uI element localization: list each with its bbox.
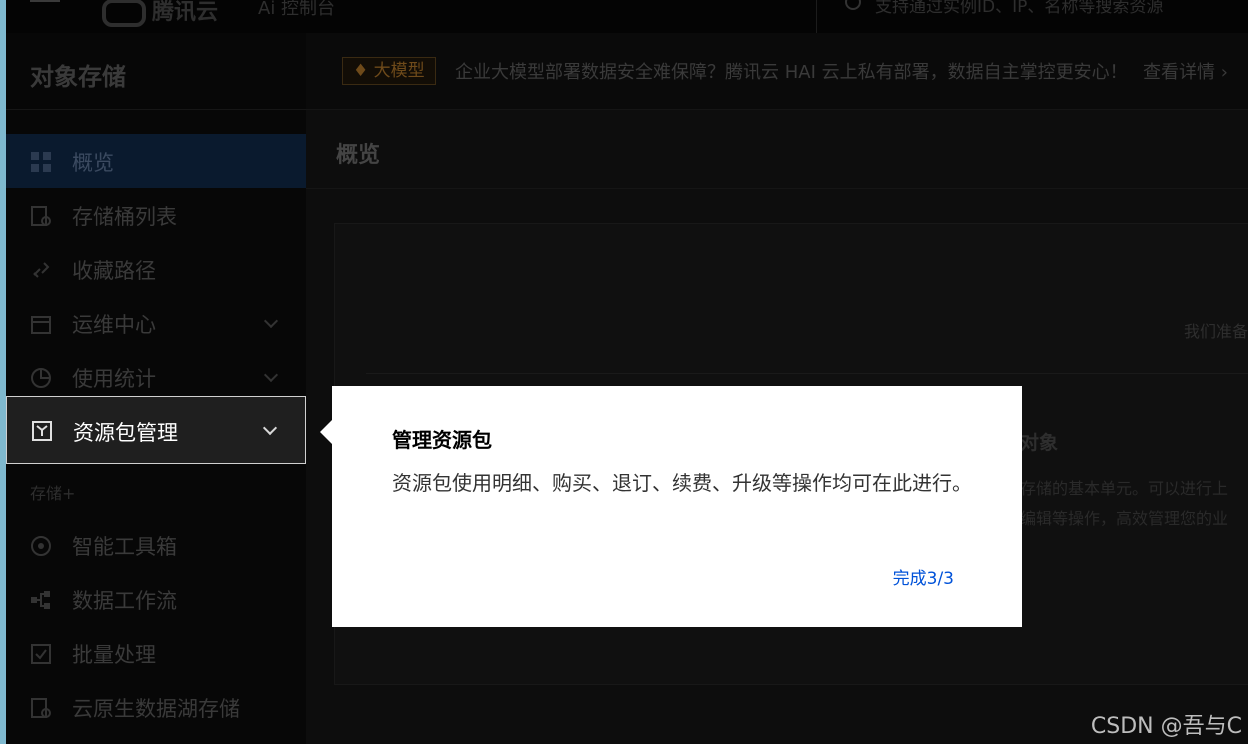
toolbox-icon: [31, 536, 51, 556]
top-bar: 腾讯云 Ai 控制台 支持通过实例ID、IP、名称等搜索资源: [6, 0, 1248, 33]
logo[interactable]: 腾讯云: [102, 0, 218, 27]
card-inner-divider: [366, 373, 1248, 374]
sidebar-item-label: 存储桶列表: [72, 205, 177, 229]
sidebar-item-toolbox[interactable]: 智能工具箱: [6, 518, 306, 572]
chevron-down-icon[interactable]: [263, 313, 279, 329]
object-section-desc: 编辑等操作，高效管理您的业: [1020, 509, 1229, 528]
promo-badge-label: 大模型: [373, 61, 425, 81]
promo-link-label: 查看详情: [1143, 62, 1215, 83]
search-icon: [845, 0, 861, 10]
watermark: CSDN @吾与C: [1090, 714, 1242, 739]
promo-details-link[interactable]: 查看详情 ›: [1143, 58, 1228, 84]
guide-popover: 管理资源包 资源包使用明细、购买、退订、续费、升级等操作均可在此进行。 完成3/…: [320, 386, 1022, 627]
datalake-icon: [31, 698, 51, 718]
sidebar-section-label: 存储+: [30, 484, 76, 503]
title-divider: [306, 188, 1248, 189]
sidebar-item-label: 使用统计: [72, 367, 156, 391]
popover-arrow: [320, 420, 332, 444]
link-icon: [33, 262, 50, 278]
sidebar-item-bucket-list[interactable]: 存储桶列表: [6, 188, 306, 242]
page-title: 概览: [336, 143, 381, 168]
promo-text: 企业大模型部署数据安全难保障？腾讯云 HAI 云上私有部署，数据自主掌控更安心！: [455, 62, 1128, 83]
popover-title: 管理资源包: [392, 428, 492, 452]
overview-grid-icon: [31, 152, 51, 172]
sidebar-item-label: 数据工作流: [72, 589, 177, 613]
sidebar-item-label: 智能工具箱: [72, 535, 177, 559]
card-hint-text: 我们准备: [1183, 322, 1248, 341]
chevron-down-icon[interactable]: [262, 420, 278, 436]
sidebar-item-datalake[interactable]: 云原生数据湖存储: [6, 680, 306, 734]
hamburger-menu-icon[interactable]: [30, 0, 60, 8]
sidebar-item-label: 资源包管理: [73, 421, 178, 445]
package-icon: [32, 421, 52, 441]
sidebar-item-label: 云原生数据湖存储: [72, 697, 240, 721]
global-search[interactable]: 支持通过实例ID、IP、名称等搜索资源: [816, 0, 1248, 33]
object-section-title: 对象: [1020, 432, 1059, 454]
cloud-logo-icon: [102, 0, 146, 27]
console-label[interactable]: Ai 控制台: [258, 0, 335, 20]
popover-done-button[interactable]: 完成3/3: [893, 564, 954, 589]
sidebar-item-label: 运维中心: [72, 313, 156, 337]
sidebar-item-ops-center[interactable]: 运维中心: [6, 296, 306, 350]
sidebar-item-label: 概览: [72, 151, 114, 175]
bucket-list-icon: [31, 206, 51, 226]
logo-text: 腾讯云: [152, 0, 219, 25]
promo-badge: ♦ 大模型: [342, 57, 436, 85]
workflow-icon: [31, 591, 50, 609]
sidebar-item-favorites[interactable]: 收藏路径: [6, 242, 306, 296]
chevron-right-icon: ›: [1215, 62, 1228, 83]
sidebar-item-workflow[interactable]: 数据工作流: [6, 572, 306, 626]
sidebar-item-label: 收藏路径: [72, 259, 156, 283]
sidebar-item-label: 批量处理: [72, 643, 156, 667]
sidebar-divider: [6, 109, 306, 110]
sidebar-item-batch[interactable]: 批量处理: [6, 626, 306, 680]
calendar-icon: [31, 316, 51, 334]
chevron-down-icon[interactable]: [263, 367, 279, 383]
pie-chart-icon: [31, 368, 51, 388]
popover-body: 资源包使用明细、购买、退订、续费、升级等操作均可在此进行。: [392, 471, 972, 495]
sidebar: 对象存储 概览 存储桶列表 收藏路径 运维中心 使用统计 资源包管理 存储+ 智…: [6, 33, 306, 744]
sidebar-item-overview[interactable]: 概览: [6, 134, 306, 188]
object-section-desc: 存储的基本单元。可以进行上: [1020, 479, 1229, 498]
sidebar-item-resource-packages[interactable]: 资源包管理: [6, 396, 306, 464]
sidebar-title: 对象存储: [30, 63, 126, 91]
flame-icon: ♦: [353, 61, 374, 81]
batch-icon: [31, 644, 51, 664]
search-placeholder: 支持通过实例ID、IP、名称等搜索资源: [875, 0, 1164, 17]
promo-banner: ♦ 大模型 企业大模型部署数据安全难保障？腾讯云 HAI 云上私有部署，数据自主…: [306, 33, 1248, 110]
